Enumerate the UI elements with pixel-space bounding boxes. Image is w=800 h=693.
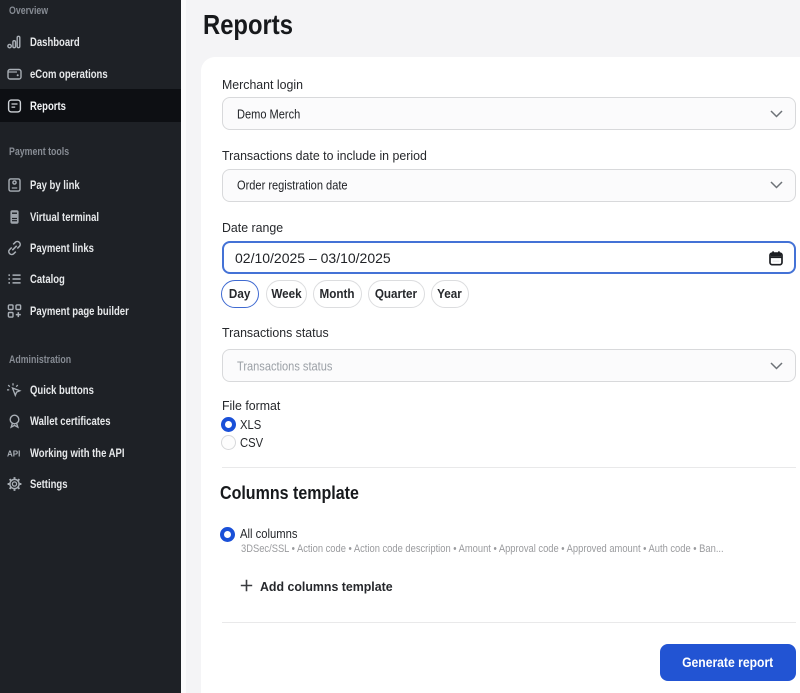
svg-text:API: API — [7, 449, 20, 458]
